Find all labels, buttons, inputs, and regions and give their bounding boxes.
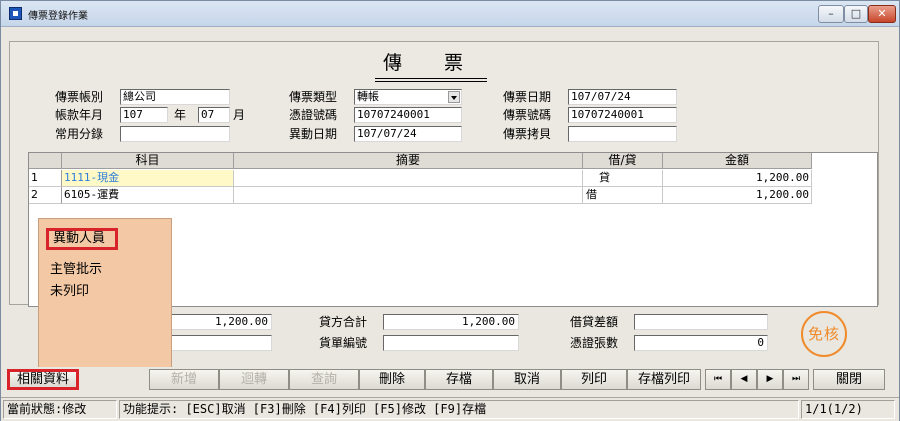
status-state: 當前狀態:修改 bbox=[3, 400, 117, 419]
voucher-type-select[interactable]: 轉帳 bbox=[354, 89, 462, 105]
voucher-copy-field[interactable] bbox=[568, 126, 677, 142]
row-number: 1 bbox=[29, 170, 62, 187]
maximize-button[interactable]: □ bbox=[844, 5, 868, 23]
column-header-debit-credit[interactable]: 借/貸 bbox=[583, 153, 663, 169]
period-month-unit: 月 bbox=[233, 108, 246, 122]
last-record-icon[interactable]: ⏭ bbox=[783, 369, 809, 390]
reverse-button[interactable]: 迴轉 bbox=[219, 369, 289, 390]
grid-corner-header bbox=[29, 153, 62, 169]
chevron-down-icon[interactable] bbox=[448, 91, 460, 103]
column-header-amount[interactable]: 金額 bbox=[663, 153, 812, 169]
grid-cell-debit-credit[interactable]: 借 bbox=[583, 187, 663, 204]
approval-exempt-stamp: 免核 bbox=[801, 311, 847, 357]
print-button[interactable]: 列印 bbox=[561, 369, 627, 390]
grid-cell-summary[interactable] bbox=[234, 170, 583, 187]
status-page: 1/1(1/2) bbox=[801, 400, 895, 419]
title-bar: 傳票登錄作業 – □ ✕ bbox=[1, 1, 899, 27]
change-date-field[interactable]: 107/07/24 bbox=[354, 126, 462, 142]
window-title: 傳票登錄作業 bbox=[28, 11, 88, 22]
period-label: 帳款年月 bbox=[55, 108, 104, 122]
column-header-summary[interactable]: 摘要 bbox=[234, 153, 583, 169]
column-header-account[interactable]: 科目 bbox=[62, 153, 234, 169]
voucher-type-label: 傳票類型 bbox=[289, 90, 338, 104]
popup-item-supervisor-approval[interactable]: 主管批示 bbox=[46, 259, 118, 281]
diff-field[interactable] bbox=[634, 314, 768, 330]
grid-cell-amount[interactable]: 1,200.00 bbox=[663, 187, 812, 204]
title-underline bbox=[375, 78, 487, 79]
save-button[interactable]: 存檔 bbox=[425, 369, 493, 390]
voucher-date-label: 傳票日期 bbox=[503, 90, 552, 104]
common-entry-label: 常用分錄 bbox=[55, 127, 104, 141]
voucher-type-value: 轉帳 bbox=[357, 90, 379, 103]
first-record-icon[interactable]: ⏮ bbox=[705, 369, 731, 390]
cancel-button[interactable]: 取消 bbox=[493, 369, 561, 390]
grid-cell-debit-credit[interactable]: 貸 bbox=[583, 170, 663, 187]
page-title: 傳 票 bbox=[382, 52, 482, 74]
debit-total-field[interactable]: 1,200.00 bbox=[168, 314, 272, 330]
title-underline-2 bbox=[375, 81, 487, 82]
cert-count-field[interactable]: 0 bbox=[634, 335, 768, 351]
period-year-field[interactable]: 107 bbox=[120, 107, 168, 123]
save-print-button[interactable]: 存檔列印 bbox=[627, 369, 701, 390]
voucher-entry-window: 傳票登錄作業 – □ ✕ 傳 票 傳票帳別 總公司 帳款年月 107 年 07 … bbox=[0, 0, 900, 421]
query-button[interactable]: 查詢 bbox=[289, 369, 359, 390]
toolbar: 相關資料 新增 迴轉 查詢 刪除 存檔 取消 列印 存檔列印 ⏮ ◀ ▶ ⏭ 關… bbox=[1, 367, 899, 393]
related-info-popup: 異動人員 主管批示 未列印 bbox=[38, 218, 172, 368]
cert-no-label: 憑證號碼 bbox=[289, 108, 338, 122]
change-date-label: 異動日期 bbox=[289, 127, 338, 141]
status-hint: 功能提示: [ESC]取消 [F3]刪除 [F4]列印 [F5]修改 [F9]存… bbox=[119, 400, 799, 419]
grid-cell-account[interactable]: 1111-現金 bbox=[62, 170, 234, 187]
voucher-account-field[interactable]: 總公司 bbox=[120, 89, 230, 105]
grid-cell-amount[interactable]: 1,200.00 bbox=[663, 170, 812, 187]
row-number: 2 bbox=[29, 187, 62, 204]
credit-total-label: 貸方合計 bbox=[319, 315, 368, 329]
cert-no-field[interactable]: 10707240001 bbox=[354, 107, 462, 123]
next-record-icon[interactable]: ▶ bbox=[757, 369, 783, 390]
voucher-account-label: 傳票帳別 bbox=[55, 90, 104, 104]
related-info-button[interactable]: 相關資料 bbox=[7, 369, 79, 390]
app-icon bbox=[9, 7, 22, 20]
bill-no-label: 貨單編號 bbox=[319, 336, 368, 350]
popup-item-not-printed[interactable]: 未列印 bbox=[46, 281, 118, 303]
close-button[interactable]: 關閉 bbox=[813, 369, 885, 390]
voucher-copy-label: 傳票拷貝 bbox=[503, 127, 552, 141]
status-bar: 當前狀態:修改 功能提示: [ESC]取消 [F3]刪除 [F4]列印 [F5]… bbox=[1, 397, 899, 421]
voucher-no-label: 傳票號碼 bbox=[503, 108, 552, 122]
common-entry-field[interactable] bbox=[120, 126, 230, 142]
credit-total-field[interactable]: 1,200.00 bbox=[383, 314, 519, 330]
grid-cell-summary[interactable] bbox=[234, 187, 583, 204]
diff-label: 借貸差額 bbox=[570, 315, 619, 329]
delete-button[interactable]: 刪除 bbox=[359, 369, 425, 390]
add-button[interactable]: 新增 bbox=[149, 369, 219, 390]
period-year-unit: 年 bbox=[174, 108, 187, 122]
voucher-date-field[interactable]: 107/07/24 bbox=[568, 89, 677, 105]
grid-cell-account[interactable]: 6105-運費 bbox=[62, 187, 234, 204]
close-window-button[interactable]: ✕ bbox=[868, 5, 896, 23]
popup-item-change-user[interactable]: 異動人員 bbox=[46, 228, 118, 250]
cert-count-label: 憑證張數 bbox=[570, 336, 619, 350]
prev-record-icon[interactable]: ◀ bbox=[731, 369, 757, 390]
period-month-field[interactable]: 07 bbox=[198, 107, 230, 123]
bill-no-field[interactable] bbox=[383, 335, 519, 351]
voucher-no-field[interactable]: 10707240001 bbox=[568, 107, 677, 123]
left-extra-field[interactable] bbox=[168, 335, 272, 351]
minimize-button[interactable]: – bbox=[818, 5, 844, 23]
